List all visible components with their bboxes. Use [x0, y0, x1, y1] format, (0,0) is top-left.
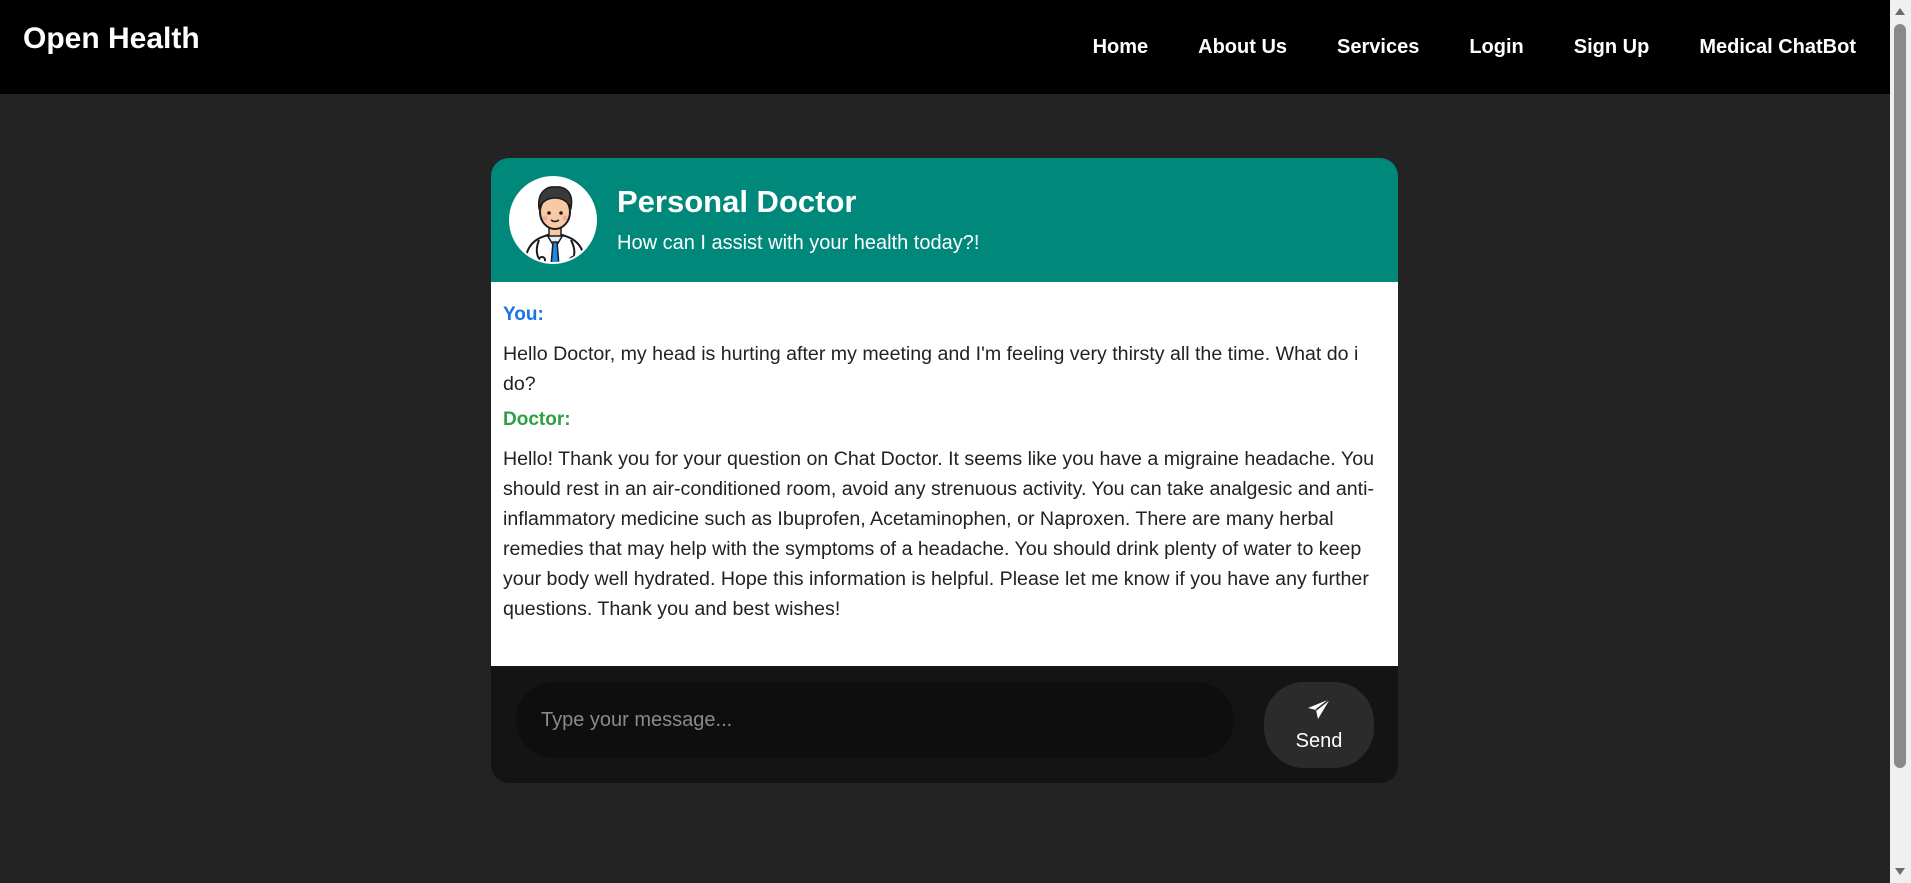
doctor-avatar [509, 176, 597, 264]
page-scrollbar[interactable] [1890, 0, 1911, 883]
message-text-user: Hello Doctor, my head is hurting after m… [503, 343, 1359, 395]
message-sender-doctor: Doctor: [503, 409, 571, 430]
nav-link-medical-chatbot[interactable]: Medical ChatBot [1699, 36, 1856, 59]
message-sender-you: You: [503, 304, 544, 325]
chat-header: Personal Doctor How can I assist with yo… [491, 158, 1398, 282]
nav-links: Home About Us Services Login Sign Up Med… [1093, 36, 1856, 59]
chat-title: Personal Doctor [617, 184, 857, 219]
nav-link-home[interactable]: Home [1093, 36, 1149, 59]
message-input-bar: Send [491, 666, 1398, 783]
chat-subtitle: How can I assist with your health today?… [617, 232, 980, 254]
nav-link-about-us[interactable]: About Us [1198, 36, 1287, 59]
chat-window: Personal Doctor How can I assist with yo… [491, 158, 1398, 783]
message-list: You: Hello Doctor, my head is hurting af… [491, 282, 1398, 666]
message-input[interactable] [516, 682, 1234, 758]
scrollbar-thumb[interactable] [1894, 24, 1906, 768]
paper-plane-icon [1308, 698, 1331, 719]
nav-link-sign-up[interactable]: Sign Up [1574, 36, 1650, 59]
nav-link-services[interactable]: Services [1337, 36, 1419, 59]
message-text-doctor: Hello! Thank you for your question on Ch… [503, 448, 1374, 620]
nav-link-login[interactable]: Login [1469, 36, 1523, 59]
doctor-icon [524, 186, 586, 262]
send-button-label: Send [1295, 730, 1343, 752]
scroll-up-arrow[interactable] [1895, 8, 1905, 15]
navbar: Open Health Home About Us Services Login… [0, 0, 1890, 94]
send-button[interactable]: Send [1264, 682, 1374, 768]
scroll-down-arrow[interactable] [1895, 868, 1905, 875]
brand-logo[interactable]: Open Health [23, 22, 200, 56]
